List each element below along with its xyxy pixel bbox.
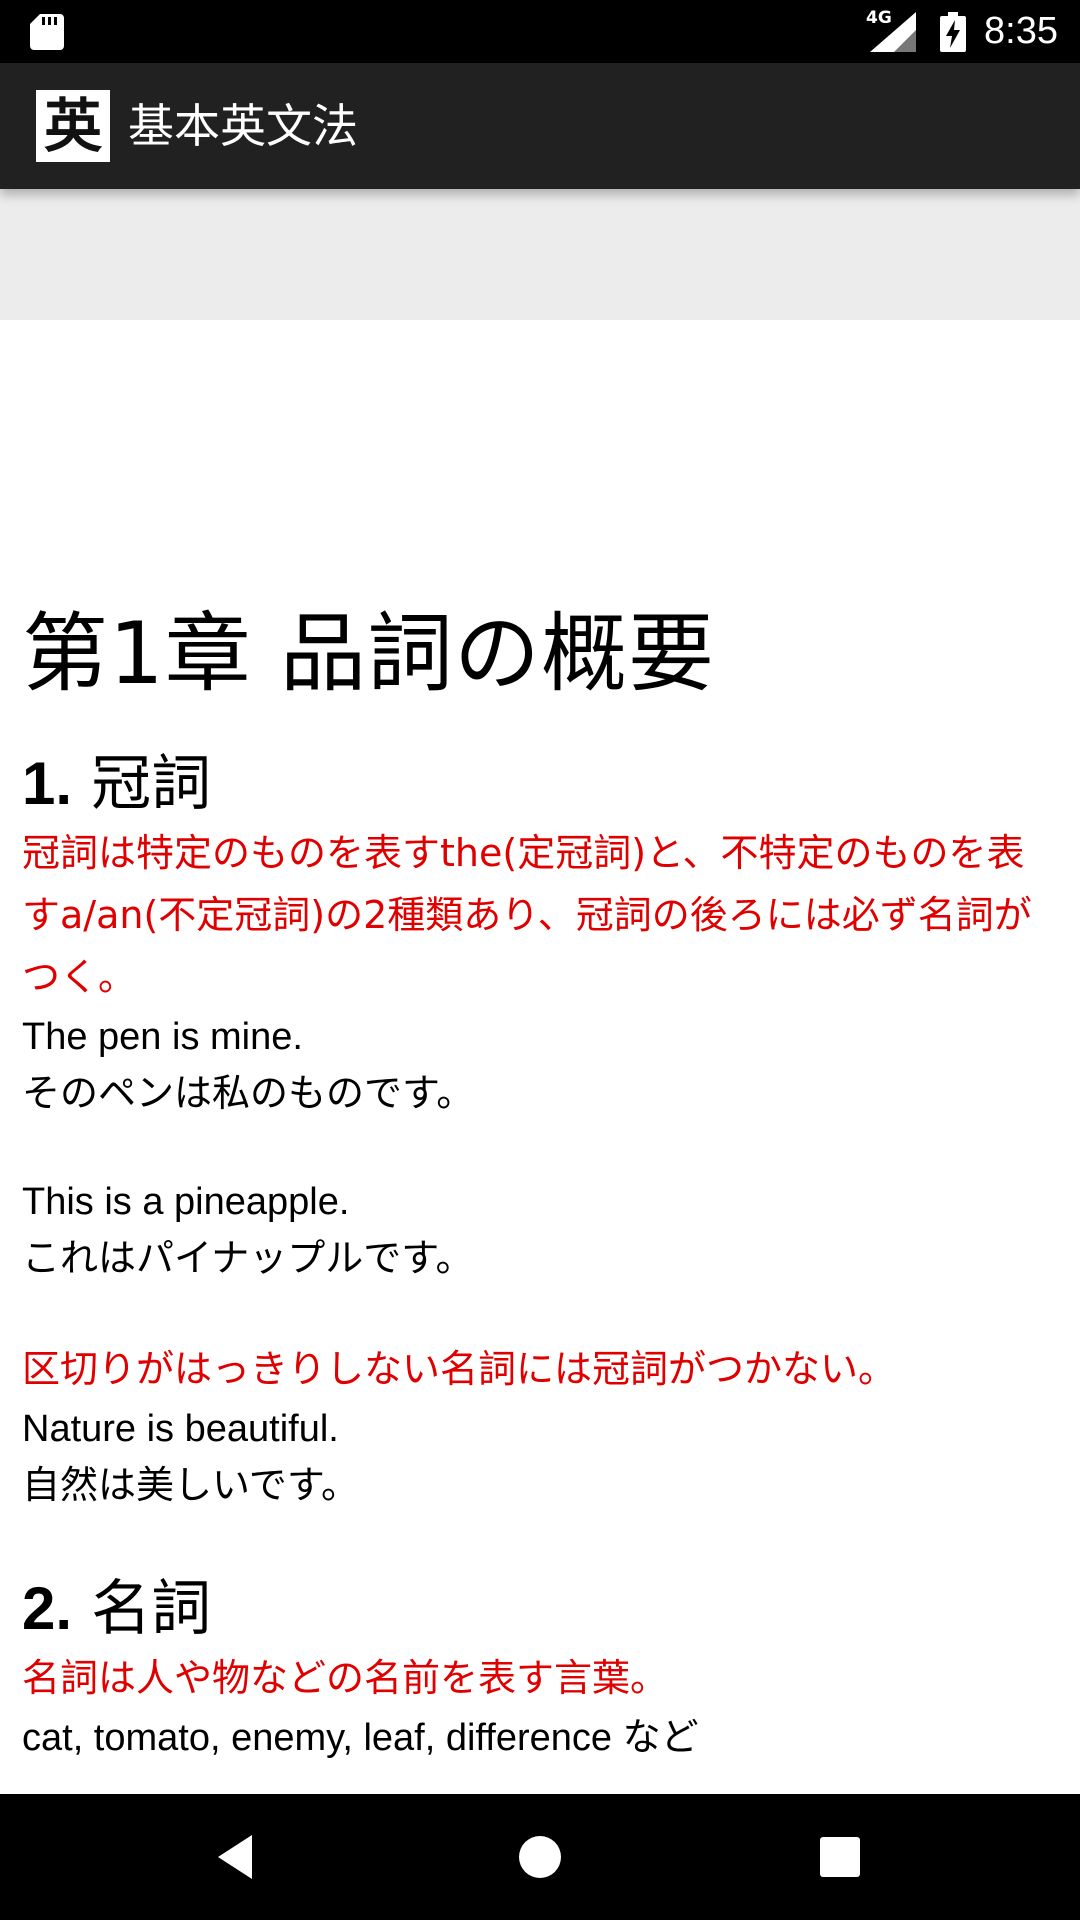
section-title: 名詞 — [91, 1574, 212, 1644]
explanation-note: 名詞は人や物などの名前を表す言葉。 — [22, 1656, 669, 1700]
section-heading: 2. 名詞 — [22, 1571, 1058, 1647]
app-bar: 英 基本英文法 — [0, 63, 1080, 189]
back-icon[interactable] — [210, 1827, 270, 1887]
example-japanese: これはパイナップルです。 — [22, 1236, 474, 1280]
example-japanese: 自然は美しいです。 — [22, 1463, 360, 1507]
sd-card-icon — [30, 14, 64, 50]
battery-charging-icon — [940, 11, 967, 52]
navigation-bar — [0, 1794, 1080, 1920]
ad-banner[interactable] — [0, 189, 1080, 320]
example-english: cat, tomato, enemy, leaf, difference など — [22, 1717, 699, 1759]
clock: 8:35 — [984, 10, 1058, 52]
home-icon[interactable] — [510, 1827, 570, 1887]
status-bar: 4G 8:35 — [0, 0, 1080, 63]
app-logo-icon: 英 — [36, 90, 110, 162]
article-content[interactable]: 第1章 品詞の概要 1. 冠詞 冠詞は特定のものを表すthe(定冠詞)と、不特定… — [0, 320, 1080, 1794]
signal-icon: 4G — [866, 8, 917, 52]
app-title: 基本英文法 — [128, 99, 358, 153]
network-type: 4G — [866, 7, 892, 28]
example-block: cat, tomato, enemy, leaf, difference など — [22, 1709, 1058, 1766]
explanation-note: 区切りがはっきりしない名詞には冠詞がつかない。 — [22, 1347, 897, 1391]
example-english: The pen is mine. — [22, 1016, 303, 1058]
example-japanese: そのペンは私のものです。 — [22, 1071, 475, 1115]
example-english: Nature is beautiful. — [22, 1408, 339, 1450]
example-block: This is a pineapple. これはパイナップルです。 — [22, 1173, 1058, 1286]
section-title: 冠詞 — [91, 749, 212, 819]
chapter-title: 第1章 品詞の概要 — [22, 604, 716, 704]
section-number: 1. — [22, 750, 73, 817]
status-icons: 4G 8:35 — [866, 0, 1058, 63]
example-block: The pen is mine. そのペンは私のものです。 — [22, 1008, 1058, 1121]
example-english: This is a pineapple. — [22, 1181, 350, 1223]
section-number: 2. — [22, 1575, 73, 1642]
example-block: Nature is beautiful. 自然は美しいです。 — [22, 1400, 1058, 1513]
section-articles: 1. 冠詞 冠詞は特定のものを表すthe(定冠詞)と、不特定のものを表すa/an… — [22, 746, 1058, 1513]
explanation-note: 冠詞は特定のものを表すthe(定冠詞)と、不特定のものを表すa/an(不定冠詞)… — [22, 831, 1032, 999]
section-nouns: 2. 名詞 名詞は人や物などの名前を表す言葉。 cat, tomato, ene… — [22, 1571, 1058, 1766]
section-heading: 1. 冠詞 — [22, 746, 1058, 822]
recents-icon[interactable] — [810, 1827, 870, 1887]
